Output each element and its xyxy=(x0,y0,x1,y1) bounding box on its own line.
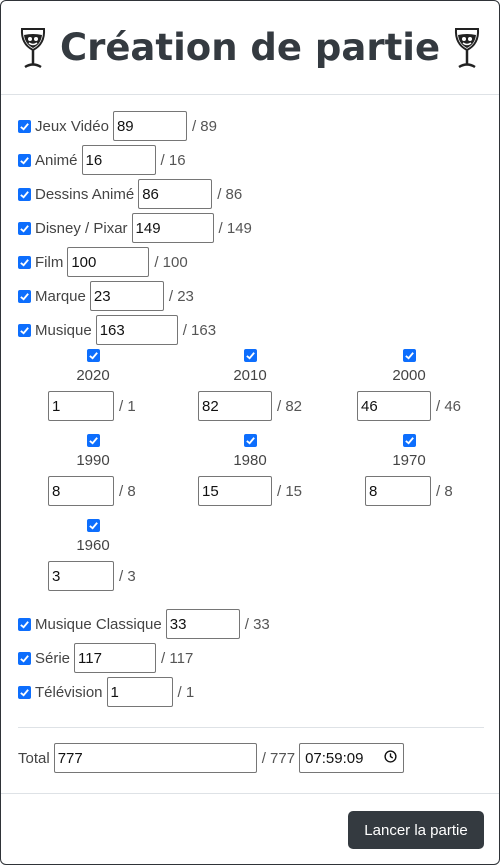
category-count-input[interactable]: 33 xyxy=(165,609,240,639)
launch-game-button[interactable]: Lancer la partie xyxy=(348,811,484,849)
category-max: / 23 xyxy=(168,287,194,305)
category-max: / 86 xyxy=(217,185,243,203)
category-max: / 33 xyxy=(244,615,270,633)
section-divider xyxy=(18,727,484,728)
decade-label: 2000 xyxy=(392,367,426,384)
category-label: Marque xyxy=(35,287,86,305)
category-label: Film xyxy=(35,253,64,271)
category-max: / 100 xyxy=(154,253,188,271)
category-row-film: Film 100 / 100 xyxy=(18,247,188,277)
time-value: 07:59:09 xyxy=(305,749,364,767)
category-count-input[interactable]: 149 xyxy=(131,213,214,243)
category-max: / 149 xyxy=(218,219,252,237)
total-max: / 777 xyxy=(261,749,296,767)
decade-max: / 15 xyxy=(277,482,303,500)
decade-count-input[interactable]: 46 xyxy=(357,391,431,421)
decade-max: / 82 xyxy=(277,397,303,415)
decade-label: 2010 xyxy=(233,367,267,384)
decade-count-input[interactable]: 15 xyxy=(198,476,272,506)
clock-icon[interactable] xyxy=(384,749,397,767)
decade-label: 1970 xyxy=(392,452,426,469)
wine-glass-icon xyxy=(452,26,482,70)
decade-label: 2020 xyxy=(76,367,110,384)
category-count-input[interactable]: 23 xyxy=(89,281,164,311)
total-input[interactable]: 777 xyxy=(53,743,257,773)
category-count-input[interactable]: 117 xyxy=(74,643,157,673)
decade-checkbox[interactable] xyxy=(87,519,100,532)
category-count-input[interactable]: 100 xyxy=(67,247,150,277)
category-max: / 163 xyxy=(182,321,217,339)
total-row: Total 777 / 777 07:59:09 xyxy=(18,743,405,773)
decade-max: / 46 xyxy=(436,397,462,415)
category-checkbox[interactable] xyxy=(18,685,31,699)
category-row-musique: Musique 163 / 163 xyxy=(18,315,216,345)
category-label: Télévision xyxy=(35,683,103,701)
category-checkbox[interactable] xyxy=(18,651,31,665)
category-checkbox[interactable] xyxy=(18,617,31,631)
category-label: Jeux Vidéo xyxy=(35,117,109,135)
decade-label: 1990 xyxy=(76,452,110,469)
decade-max: / 3 xyxy=(119,567,136,585)
create-game-modal: Création de partie Jeux Vidéo 89 / 89 An… xyxy=(0,0,500,865)
decade-checkbox[interactable] xyxy=(87,349,100,362)
decade-count-input[interactable]: 8 xyxy=(48,476,114,506)
category-max: / 117 xyxy=(161,649,194,667)
category-row-anime: Animé 16 / 16 xyxy=(18,145,186,175)
duration-time-input[interactable]: 07:59:09 xyxy=(299,743,405,773)
footer-divider xyxy=(1,793,499,794)
decade-checkbox[interactable] xyxy=(244,349,257,362)
category-count-input[interactable]: 86 xyxy=(138,179,213,209)
decade-max: / 8 xyxy=(436,482,453,500)
category-count-input[interactable]: 89 xyxy=(112,111,187,141)
category-checkbox[interactable] xyxy=(18,187,31,201)
page-title: Création de partie xyxy=(59,26,441,69)
decade-checkbox[interactable] xyxy=(244,434,257,447)
category-count-input[interactable]: 163 xyxy=(95,315,178,345)
category-row-jeux-video: Jeux Vidéo 89 / 89 xyxy=(18,111,217,141)
category-label: Série xyxy=(35,649,71,667)
decade-count-input[interactable]: 3 xyxy=(48,561,114,591)
category-label: Musique Classique xyxy=(35,615,162,633)
decade-label: 1980 xyxy=(233,452,267,469)
category-count-input[interactable]: 1 xyxy=(106,677,173,707)
decade-count-input[interactable]: 8 xyxy=(365,476,431,506)
category-max: / 89 xyxy=(191,117,217,135)
decade-checkbox[interactable] xyxy=(87,434,100,447)
total-label: Total xyxy=(18,749,50,767)
category-label: Disney / Pixar xyxy=(35,219,128,237)
category-label: Animé xyxy=(35,151,78,169)
category-checkbox[interactable] xyxy=(18,255,31,269)
category-row-marque: Marque 23 / 23 xyxy=(18,281,194,311)
modal-header: Création de partie xyxy=(1,1,499,95)
category-row-television: Télévision 1 / 1 xyxy=(18,677,194,707)
category-row-serie: Série 117 / 117 xyxy=(18,643,193,673)
category-checkbox[interactable] xyxy=(18,119,31,133)
category-checkbox[interactable] xyxy=(18,289,31,303)
category-row-musique-classique: Musique Classique 33 / 33 xyxy=(18,609,270,639)
category-max: / 1 xyxy=(177,683,195,701)
category-row-disney-pixar: Disney / Pixar 149 / 149 xyxy=(18,213,252,243)
decade-checkbox[interactable] xyxy=(403,434,416,447)
decade-max: / 8 xyxy=(119,482,136,500)
wine-glass-icon xyxy=(18,26,48,70)
category-checkbox[interactable] xyxy=(18,221,31,235)
category-row-dessins-anime: Dessins Animé 86 / 86 xyxy=(18,179,242,209)
decade-checkbox[interactable] xyxy=(403,349,416,362)
category-label: Musique xyxy=(35,321,92,339)
category-checkbox[interactable] xyxy=(18,323,31,337)
category-label: Dessins Animé xyxy=(35,185,135,203)
category-count-input[interactable]: 16 xyxy=(81,145,156,175)
decade-count-input[interactable]: 82 xyxy=(198,391,272,421)
decade-label: 1960 xyxy=(76,537,110,554)
decade-count-input[interactable]: 1 xyxy=(48,391,114,421)
category-max: / 16 xyxy=(160,151,186,169)
category-checkbox[interactable] xyxy=(18,153,31,167)
decade-max: / 1 xyxy=(119,397,136,415)
